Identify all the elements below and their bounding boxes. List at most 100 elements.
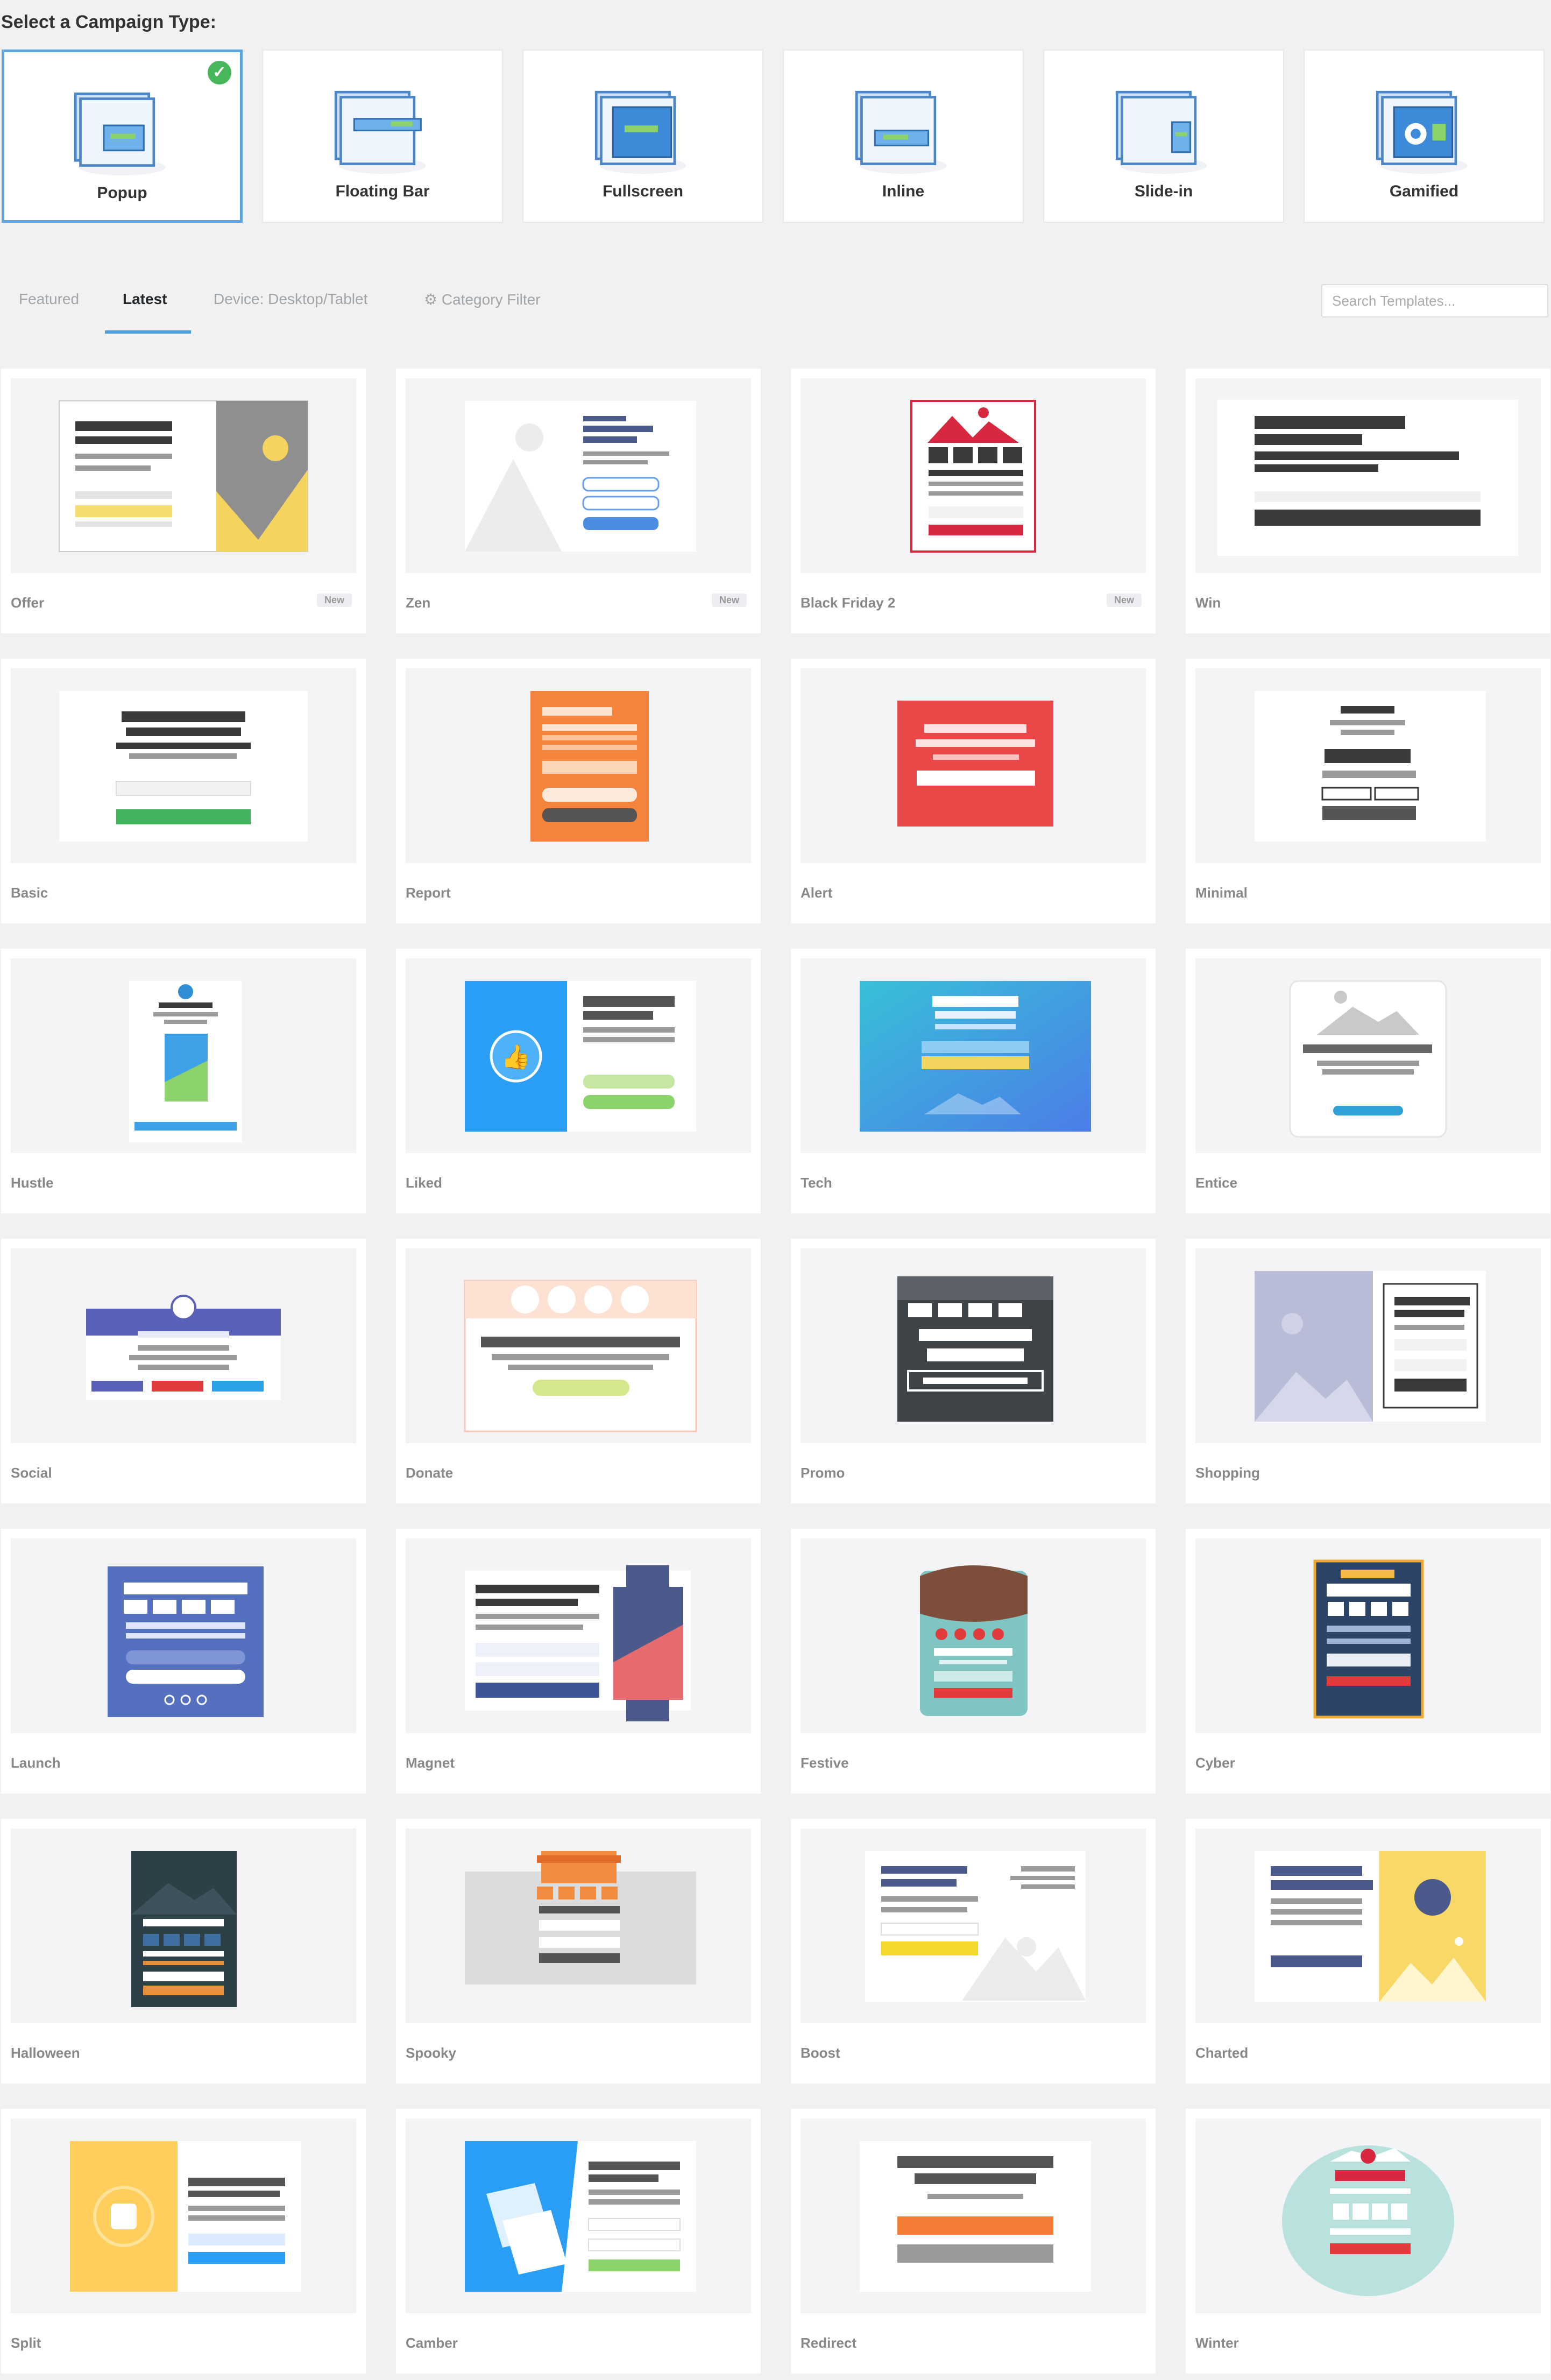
template-card-magnet[interactable]: Magnet (396, 1529, 761, 1793)
template-name: Minimal (1195, 885, 1248, 901)
search-templates-input[interactable] (1321, 284, 1548, 317)
campaign-type-label: Floating Bar (335, 182, 430, 200)
template-name: Redirect (801, 2335, 857, 2351)
template-card-winter[interactable]: Winter (1186, 2109, 1550, 2374)
template-card-spooky[interactable]: Spooky (396, 1819, 761, 2084)
campaign-type-label: Inline (882, 182, 925, 200)
template-name: Liked (406, 1175, 442, 1191)
template-card-charted[interactable]: Charted (1186, 1819, 1550, 2084)
template-name: Zen (406, 595, 431, 611)
template-preview-image (11, 958, 356, 1153)
campaign-type-label: Popup (97, 184, 147, 202)
template-name: Winter (1195, 2335, 1239, 2351)
template-name: Social (11, 1465, 52, 1481)
template-card-halloween[interactable]: Halloween (1, 1819, 366, 2084)
template-name: Launch (11, 1755, 61, 1771)
template-card-promo[interactable]: Promo (791, 1239, 1156, 1503)
campaign-type-inline[interactable]: Inline (783, 50, 1024, 223)
template-name: Promo (801, 1465, 845, 1481)
template-preview-image (1195, 958, 1541, 1153)
template-preview-image (801, 1538, 1146, 1733)
template-card-minimal[interactable]: Minimal (1186, 659, 1550, 923)
template-preview-image (406, 2118, 751, 2313)
campaign-type-fullscreen[interactable]: Fullscreen (522, 50, 763, 223)
tab-latest[interactable]: Latest (123, 291, 167, 308)
template-preview-image (1195, 1538, 1541, 1733)
template-name: Festive (801, 1755, 849, 1771)
template-card-alert[interactable]: Alert (791, 659, 1156, 923)
template-preview-image (801, 378, 1146, 573)
template-card-basic[interactable]: Basic (1, 659, 366, 923)
campaign-type-gamified[interactable]: Gamified (1304, 50, 1545, 223)
template-card-liked[interactable]: 👍 Liked (396, 949, 761, 1213)
new-badge: New (1106, 594, 1142, 607)
template-name: Cyber (1195, 1755, 1235, 1771)
popup-icon (4, 63, 240, 187)
template-preview-image (11, 1828, 356, 2023)
template-card-redirect[interactable]: Redirect (791, 2109, 1156, 2374)
template-preview-image (1195, 1248, 1541, 1443)
template-card-split[interactable]: Split (1, 2109, 366, 2374)
template-preview-image (801, 1828, 1146, 2023)
template-name: Magnet (406, 1755, 455, 1771)
template-name: Camber (406, 2335, 458, 2351)
campaign-type-label: Gamified (1389, 182, 1459, 200)
template-preview-image (406, 1538, 751, 1733)
template-preview-image (1195, 378, 1541, 573)
template-preview-image (11, 378, 356, 573)
active-tab-indicator (105, 330, 191, 334)
gamified-icon (1305, 61, 1543, 185)
category-filter[interactable]: ⚙ Category Filter (424, 291, 541, 308)
template-preview-image (801, 668, 1146, 863)
template-name: Alert (801, 885, 833, 901)
template-card-hustle[interactable]: Hustle (1, 949, 366, 1213)
template-preview-image (406, 668, 751, 863)
template-card-launch[interactable]: Launch (1, 1529, 366, 1793)
fullscreen-icon (523, 61, 762, 185)
template-card-black-friday-2[interactable]: Black Friday 2 New (791, 369, 1156, 633)
gear-icon: ⚙ (424, 291, 438, 308)
template-card-shopping[interactable]: Shopping (1186, 1239, 1550, 1503)
template-filter-bar: Featured Latest Device: Desktop/Tablet ⚙… (0, 274, 1551, 339)
template-name: Charted (1195, 2045, 1249, 2061)
template-name: Shopping (1195, 1465, 1260, 1481)
campaign-type-floating-bar[interactable]: Floating Bar (262, 50, 503, 223)
template-name: Boost (801, 2045, 840, 2061)
template-preview-image (11, 668, 356, 863)
template-card-report[interactable]: Report (396, 659, 761, 923)
template-card-entice[interactable]: Entice (1186, 949, 1550, 1213)
template-card-donate[interactable]: Donate (396, 1239, 761, 1503)
tab-featured[interactable]: Featured (19, 291, 79, 308)
template-name: Offer (11, 595, 45, 611)
template-preview-image: 👍 (406, 958, 751, 1153)
campaign-type-label: Slide-in (1134, 182, 1193, 200)
template-name: Black Friday 2 (801, 595, 896, 611)
template-card-social[interactable]: Social (1, 1239, 366, 1503)
campaign-type-popup[interactable]: Popup ✓ (2, 50, 243, 223)
template-preview-image (801, 958, 1146, 1153)
template-card-camber[interactable]: Camber (396, 2109, 761, 2374)
category-filter-label: Category Filter (441, 291, 541, 308)
template-preview-image (1195, 668, 1541, 863)
template-name: Win (1195, 595, 1221, 611)
template-card-tech[interactable]: Tech (791, 949, 1156, 1213)
new-badge: New (711, 594, 747, 607)
template-preview-image (11, 1538, 356, 1733)
template-preview-image (406, 1248, 751, 1443)
new-badge: New (316, 594, 352, 607)
campaign-type-slide-in[interactable]: Slide-in (1043, 50, 1284, 223)
campaign-type-list: Popup ✓ Floating Bar Fullscreen Inline Slide-… (2, 50, 1551, 224)
template-preview-image (801, 2118, 1146, 2313)
template-name: Basic (11, 885, 48, 901)
template-name: Halloween (11, 2045, 80, 2061)
template-name: Tech (801, 1175, 832, 1191)
template-card-zen[interactable]: Zen New (396, 369, 761, 633)
template-card-win[interactable]: Win (1186, 369, 1550, 633)
template-card-cyber[interactable]: Cyber (1186, 1529, 1550, 1793)
template-card-offer[interactable]: Offer New (1, 369, 366, 633)
template-card-festive[interactable]: Festive (791, 1529, 1156, 1793)
device-filter[interactable]: Device: Desktop/Tablet (214, 291, 367, 308)
svg-text:👍: 👍 (501, 1043, 531, 1071)
template-card-boost[interactable]: Boost (791, 1819, 1156, 2084)
template-name: Split (11, 2335, 41, 2351)
